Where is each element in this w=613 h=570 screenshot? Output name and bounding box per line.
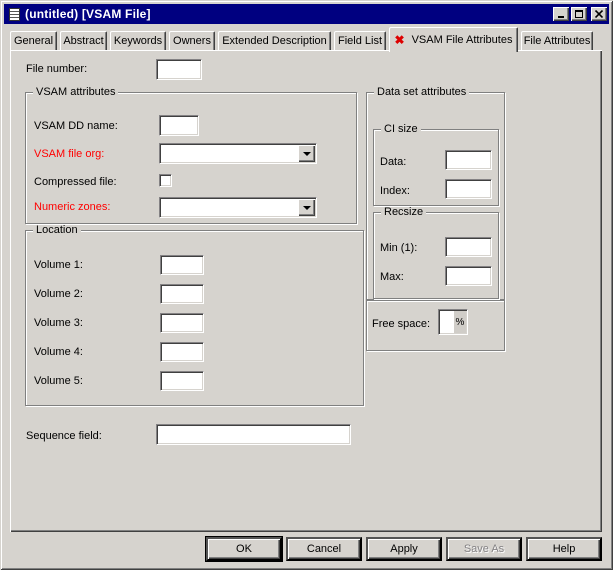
vsam-file-dialog: (untitled) [VSAM File] General Abstract … (0, 0, 613, 570)
vsam-attributes-title: VSAM attributes (33, 87, 118, 98)
free-space-unit: % (454, 311, 466, 333)
volume-3-label: Volume 3: (34, 317, 83, 329)
volume-1-label: Volume 1: (34, 259, 83, 271)
recsize-max-label: Max: (380, 271, 404, 283)
vsam-file-org-dropdown-button[interactable] (298, 145, 315, 162)
volume-1-input[interactable] (160, 255, 204, 275)
minimize-button[interactable] (553, 7, 569, 21)
save-as-button: Save As (446, 537, 522, 561)
file-number-label: File number: (26, 63, 87, 75)
minimize-icon (558, 16, 564, 18)
close-icon (595, 10, 603, 18)
free-space-group: Free space: % (366, 300, 505, 351)
volume-3-input[interactable] (160, 313, 204, 333)
vsam-dd-name-label: VSAM DD name: (34, 120, 118, 132)
ci-index-input[interactable] (445, 179, 492, 199)
volume-4-label: Volume 4: (34, 346, 83, 358)
red-x-icon: ✖ (395, 34, 405, 46)
ci-size-group: CI size Data: Index: (373, 129, 499, 206)
cancel-button[interactable]: Cancel (286, 537, 362, 561)
close-button[interactable] (591, 7, 607, 21)
numeric-zones-dropdown-button[interactable] (298, 199, 315, 216)
compressed-file-checkbox[interactable] (159, 174, 172, 187)
data-set-attributes-group: Data set attributes CI size Data: Index:… (366, 92, 505, 300)
vsam-attributes-group: VSAM attributes VSAM DD name: VSAM file … (25, 92, 357, 224)
tab-extended-description[interactable]: Extended Description (218, 31, 331, 50)
ci-size-title: CI size (381, 124, 421, 135)
numeric-zones-select[interactable] (159, 197, 317, 218)
titlebar: (untitled) [VSAM File] (4, 4, 609, 24)
tab-owners[interactable]: Owners (169, 31, 215, 50)
chevron-down-icon (303, 206, 311, 210)
recsize-group: Recsize Min (1): Max: (373, 212, 499, 299)
free-space-field: % (438, 309, 468, 335)
document-icon (9, 8, 20, 21)
ci-index-label: Index: (380, 185, 410, 197)
maximize-button[interactable] (571, 7, 587, 21)
compressed-file-label: Compressed file: (34, 176, 117, 188)
recsize-min-label: Min (1): (380, 242, 417, 254)
help-button[interactable]: Help (526, 537, 602, 561)
sequence-field-label: Sequence field: (26, 430, 102, 442)
apply-button[interactable]: Apply (366, 537, 442, 561)
volume-4-input[interactable] (160, 342, 204, 362)
tab-general[interactable]: General (10, 31, 57, 50)
file-number-input[interactable] (156, 59, 202, 80)
free-space-label: Free space: (372, 318, 430, 330)
tab-file-attributes[interactable]: File Attributes (521, 31, 593, 50)
tab-keywords[interactable]: Keywords (110, 31, 166, 50)
chevron-down-icon (303, 152, 311, 156)
tab-field-list[interactable]: Field List (334, 31, 386, 50)
numeric-zones-label: Numeric zones: (34, 201, 110, 213)
ok-button[interactable]: OK (206, 537, 282, 561)
ci-data-label: Data: (380, 156, 406, 168)
volume-5-input[interactable] (160, 371, 204, 391)
location-group: Location Volume 1: Volume 2: Volume 3: V… (25, 230, 364, 406)
free-space-input[interactable] (440, 311, 454, 333)
tab-vsam-file-attributes[interactable]: ✖ VSAM File Attributes (389, 27, 518, 52)
location-title: Location (33, 225, 81, 236)
volume-2-label: Volume 2: (34, 288, 83, 300)
volume-5-label: Volume 5: (34, 375, 83, 387)
tab-abstract[interactable]: Abstract (60, 31, 107, 50)
vsam-file-org-select[interactable] (159, 143, 317, 164)
maximize-icon (575, 10, 583, 18)
sequence-field-input[interactable] (156, 424, 351, 445)
recsize-max-input[interactable] (445, 266, 492, 286)
vsam-file-attributes-page: File number: VSAM attributes VSAM DD nam… (10, 50, 602, 532)
tab-strip: General Abstract Keywords Owners Extende… (10, 29, 596, 50)
recsize-min-input[interactable] (445, 237, 492, 257)
window-title: (untitled) [VSAM File] (25, 7, 551, 21)
vsam-file-org-label: VSAM file org: (34, 148, 104, 160)
data-set-attributes-title: Data set attributes (374, 87, 469, 98)
ci-data-input[interactable] (445, 150, 492, 170)
numeric-zones-value (163, 201, 296, 215)
vsam-file-org-value (163, 147, 296, 161)
vsam-dd-name-input[interactable] (159, 115, 199, 136)
recsize-title: Recsize (381, 207, 426, 218)
volume-2-input[interactable] (160, 284, 204, 304)
